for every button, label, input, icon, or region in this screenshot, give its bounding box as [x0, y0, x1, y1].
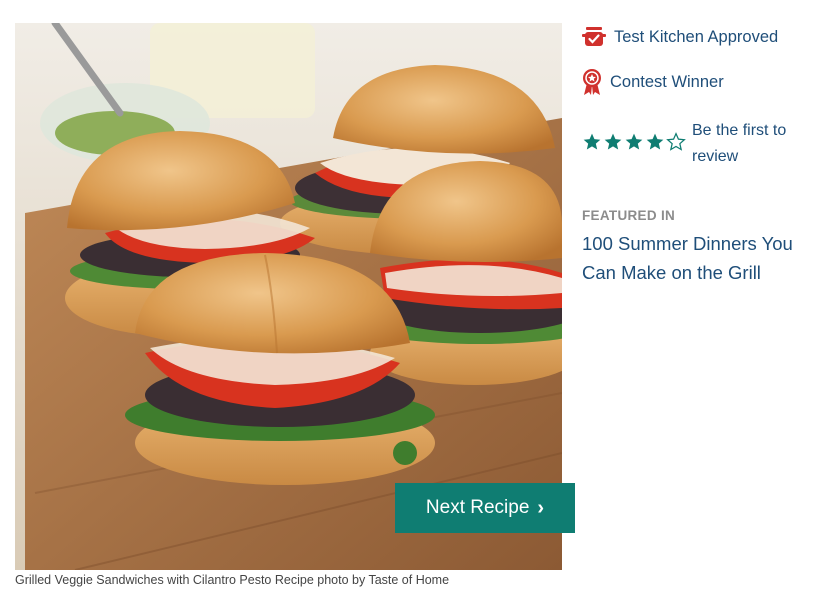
featured-collection-link[interactable]: 100 Summer Dinners You Can Make on the G… — [582, 229, 814, 287]
write-review-link[interactable]: Be the first to review — [692, 118, 812, 170]
award-ribbon-icon — [583, 69, 601, 95]
cooking-pot-icon — [582, 27, 606, 46]
contest-winner-badge: Contest Winner — [582, 68, 724, 96]
next-recipe-label: Next Recipe — [425, 497, 530, 518]
star-rating — [582, 132, 686, 170]
test-kitchen-badge: Test Kitchen Approved — [582, 26, 778, 48]
star-filled-icon — [583, 133, 601, 150]
recipe-rating: Be the first to review — [582, 118, 812, 170]
star-filled-icon — [625, 133, 643, 150]
next-recipe-button[interactable]: Next Recipe › — [395, 483, 575, 533]
star-filled-icon — [646, 133, 664, 150]
star-empty-icon — [666, 132, 686, 151]
test-kitchen-label: Test Kitchen Approved — [614, 27, 779, 46]
contest-winner-label: Contest Winner — [610, 72, 724, 91]
featured-in-label: FEATURED IN — [582, 208, 676, 223]
chevron-right-icon: › — [537, 497, 545, 519]
photo-caption: Grilled Veggie Sandwiches with Cilantro … — [15, 573, 450, 587]
star-filled-icon — [604, 133, 622, 150]
